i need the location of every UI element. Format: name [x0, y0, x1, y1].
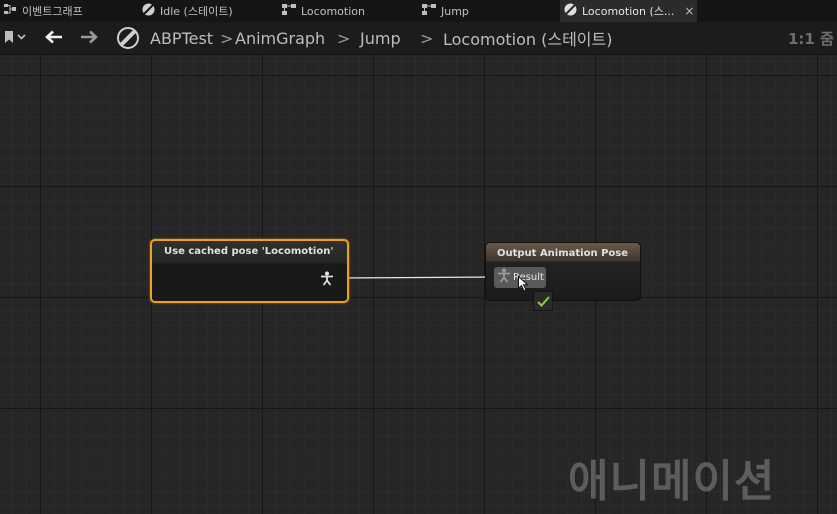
pose-output-pin-icon[interactable] — [320, 271, 334, 290]
pose-wire — [335, 276, 499, 279]
node-title: Use cached pose 'Locomotion' — [164, 246, 334, 257]
pose-input-pin-icon — [497, 268, 511, 287]
node-title: Output Animation Pose — [497, 248, 629, 259]
watermark: 애니메이션 — [568, 456, 776, 507]
checkmark-icon — [536, 292, 550, 311]
compile-status-check — [533, 291, 553, 311]
mouse-cursor-icon — [518, 275, 529, 296]
